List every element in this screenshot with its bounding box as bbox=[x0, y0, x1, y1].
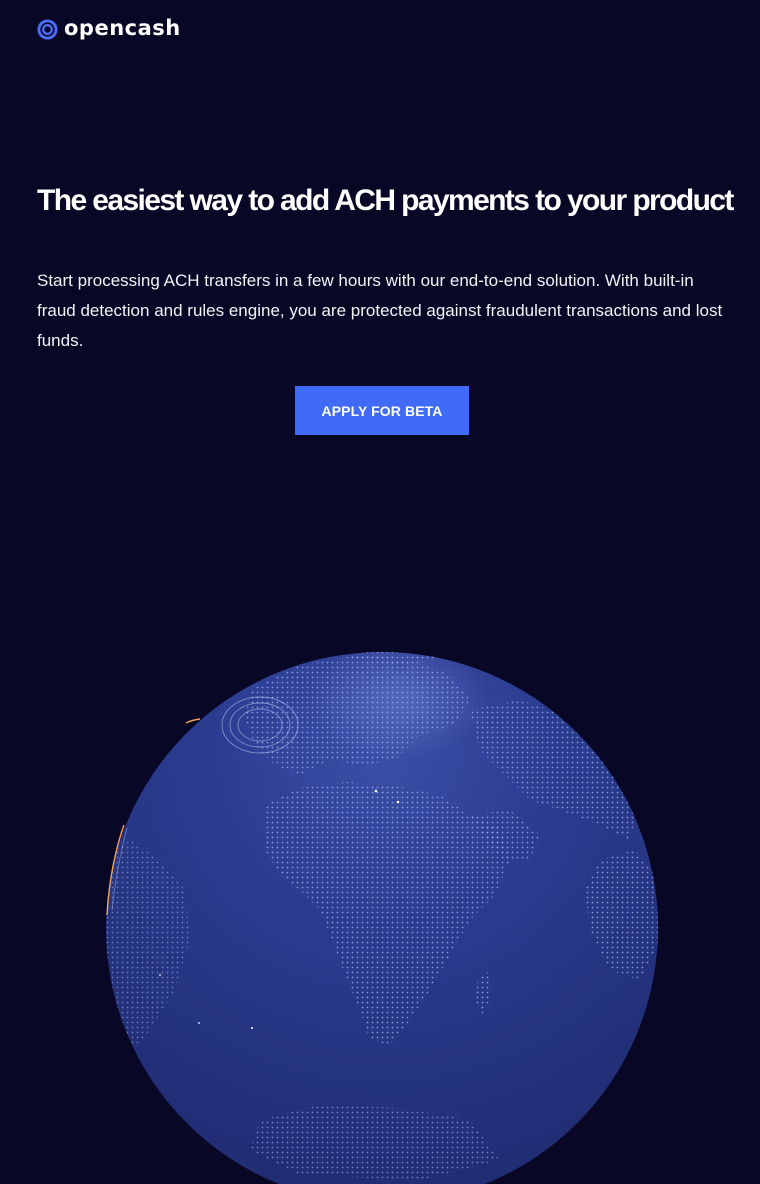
site-header: opencash bbox=[37, 14, 181, 42]
apply-for-beta-button[interactable]: APPLY FOR BETA bbox=[295, 386, 469, 435]
brand-name[interactable]: opencash bbox=[64, 16, 181, 40]
globe-illustration bbox=[106, 652, 658, 1184]
opencash-logo-icon[interactable] bbox=[37, 18, 58, 40]
hero-title: The easiest way to add ACH payments to y… bbox=[37, 184, 734, 217]
hero-description: Start processing ACH transfers in a few … bbox=[37, 271, 723, 350]
